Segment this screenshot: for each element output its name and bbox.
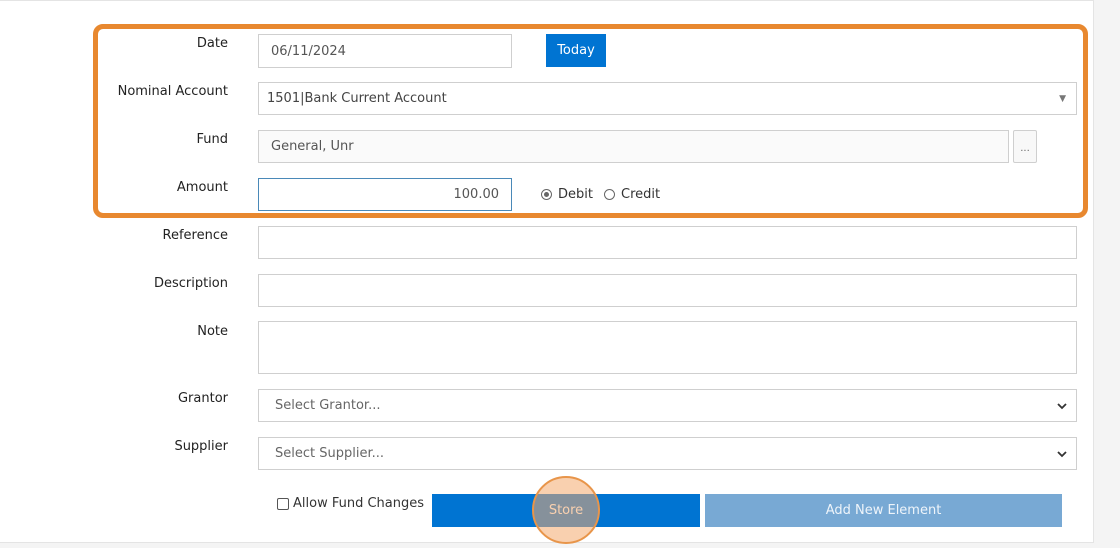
grantor-label: Grantor (177, 391, 228, 406)
today-button[interactable]: Today (546, 34, 606, 67)
fund-input[interactable]: General, Unr (258, 130, 1009, 163)
radio-unselected-icon (604, 189, 615, 200)
debit-radio[interactable]: Debit (541, 187, 593, 202)
nominal-account-label: Nominal Account (117, 84, 228, 99)
fund-browse-button[interactable]: ... (1013, 130, 1037, 163)
credit-radio[interactable]: Credit (604, 187, 660, 202)
store-button[interactable]: Store (432, 494, 700, 527)
grantor-placeholder: Select Grantor... (275, 398, 381, 413)
description-input[interactable] (258, 274, 1077, 307)
supplier-select[interactable]: Select Supplier... (258, 437, 1077, 470)
amount-input[interactable]: 100.00 (258, 178, 512, 211)
date-value: 06/11/2024 (271, 43, 346, 59)
radio-selected-icon (541, 189, 552, 200)
chevron-down-icon (1057, 450, 1067, 457)
supplier-placeholder: Select Supplier... (275, 446, 385, 461)
form-panel: Date 06/11/2024 Today Nominal Account 15… (0, 0, 1094, 543)
supplier-label: Supplier (174, 439, 228, 454)
credit-label: Credit (621, 187, 661, 202)
fund-label: Fund (196, 132, 229, 147)
nominal-account-select[interactable]: 1501|Bank Current Account ▼ (258, 82, 1077, 115)
chevron-down-icon (1057, 402, 1067, 409)
fund-value: General, Unr (271, 139, 354, 154)
debit-label: Debit (558, 187, 593, 202)
date-label: Date (196, 36, 228, 51)
description-label: Description (153, 276, 228, 291)
allow-fund-changes-checkbox[interactable]: Allow Fund Changes (277, 496, 424, 511)
amount-value: 100.00 (453, 187, 500, 202)
add-new-element-button[interactable]: Add New Element (705, 494, 1062, 527)
checkbox-icon (277, 497, 289, 510)
allow-fund-changes-label: Allow Fund Changes (293, 496, 425, 511)
grantor-select[interactable]: Select Grantor... (258, 389, 1077, 422)
amount-label: Amount (176, 180, 228, 195)
nominal-account-value: 1501|Bank Current Account (267, 91, 447, 106)
note-textarea[interactable] (258, 321, 1077, 374)
caret-down-icon: ▼ (1059, 93, 1066, 104)
note-label: Note (197, 324, 228, 339)
reference-label: Reference (162, 228, 228, 243)
reference-input[interactable] (258, 226, 1077, 259)
date-input[interactable]: 06/11/2024 (258, 34, 512, 68)
